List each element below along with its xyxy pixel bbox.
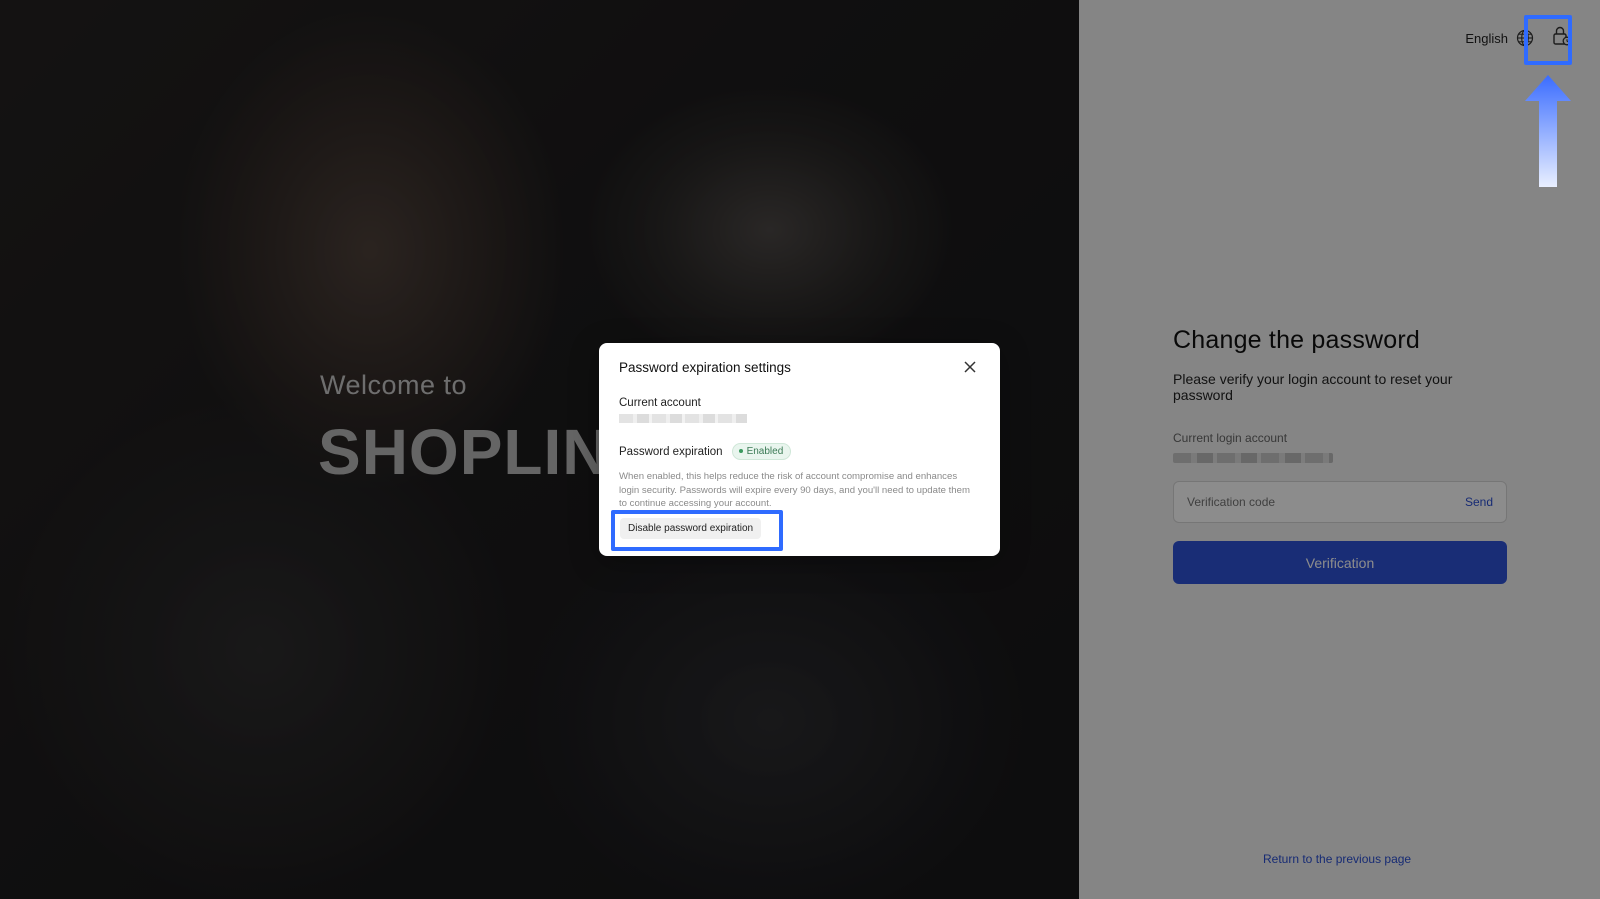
current-account-redacted bbox=[619, 414, 747, 423]
lock-highlight-box bbox=[1524, 15, 1572, 65]
status-badge: Enabled bbox=[731, 443, 792, 460]
status-dot-icon bbox=[738, 449, 743, 454]
expiration-description: When enabled, this helps reduce the risk… bbox=[619, 471, 970, 509]
status-badge-text: Enabled bbox=[746, 446, 784, 457]
pointer-arrow-icon bbox=[1525, 75, 1571, 187]
modal-title: Password expiration settings bbox=[619, 360, 791, 375]
expiration-row: Password expiration Enabled bbox=[619, 443, 980, 460]
expiration-label: Password expiration bbox=[619, 445, 723, 458]
close-icon[interactable] bbox=[962, 359, 978, 375]
disable-highlight-box bbox=[611, 510, 783, 551]
current-account-label: Current account bbox=[619, 397, 701, 409]
